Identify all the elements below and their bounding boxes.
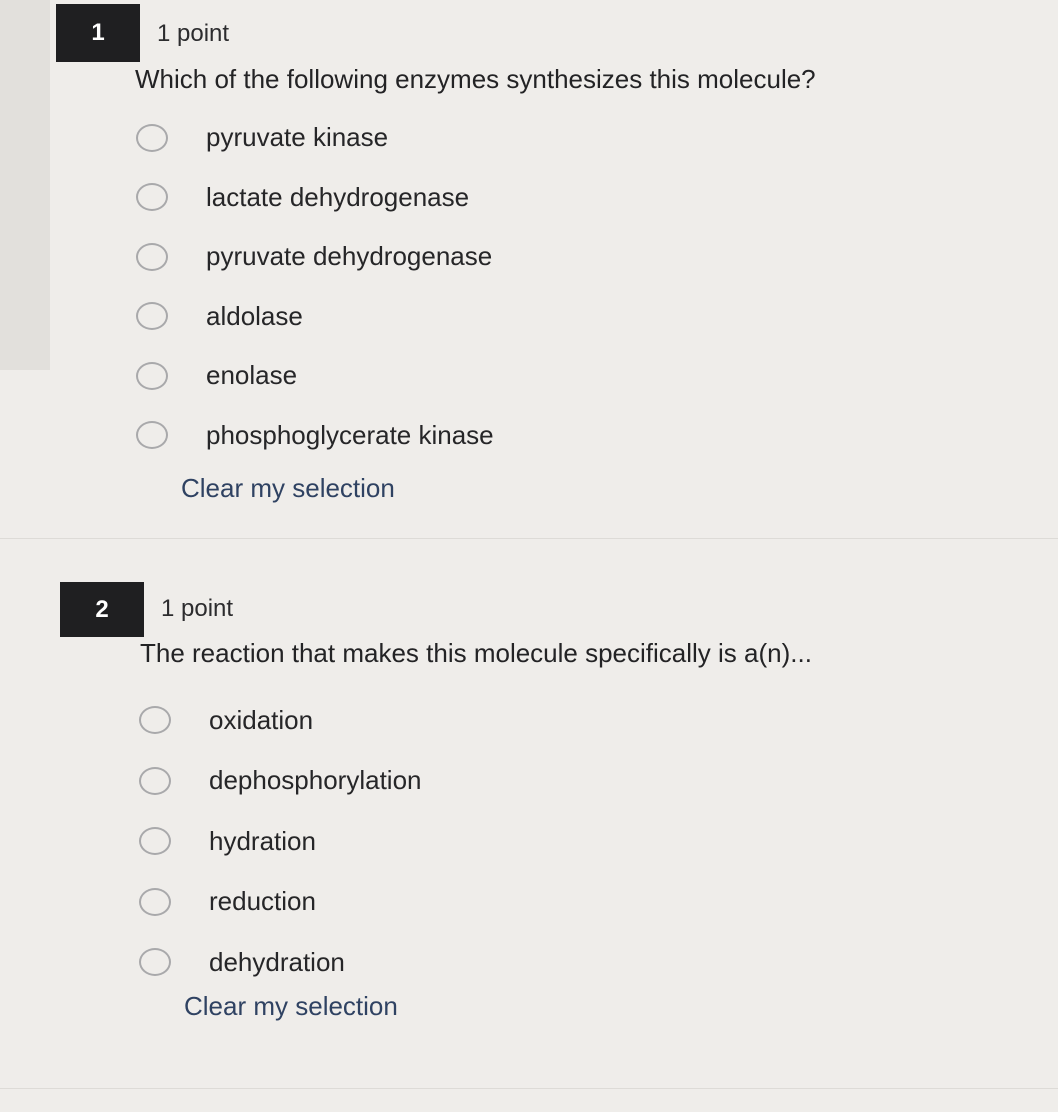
answer-option-label: lactate dehydrogenase bbox=[206, 181, 470, 212]
answer-option-label: phosphoglycerate kinase bbox=[206, 419, 494, 450]
answer-option-label: pyruvate kinase bbox=[206, 122, 389, 153]
answer-option[interactable]: dehydration bbox=[139, 932, 422, 993]
question-text: The reaction that makes this molecule sp… bbox=[140, 638, 812, 668]
answer-option[interactable]: hydration bbox=[139, 811, 422, 872]
radio-button[interactable] bbox=[136, 123, 168, 152]
question-number-badge: 2 bbox=[60, 582, 144, 637]
question-text: Which of the following enzymes synthesiz… bbox=[135, 64, 816, 94]
answer-option[interactable]: reduction bbox=[139, 872, 422, 933]
answer-option-label: dephosphorylation bbox=[209, 765, 422, 796]
answer-option[interactable]: aldolase bbox=[136, 287, 494, 347]
answer-options: pyruvate kinase lactate dehydrogenase py… bbox=[136, 108, 494, 465]
radio-button[interactable] bbox=[139, 766, 171, 795]
clear-selection-link[interactable]: Clear my selection bbox=[184, 991, 398, 1022]
radio-button[interactable] bbox=[136, 242, 168, 271]
radio-button[interactable] bbox=[136, 302, 168, 331]
answer-option-label: dehydration bbox=[209, 946, 345, 977]
radio-button[interactable] bbox=[139, 827, 171, 856]
answer-option-label: enolase bbox=[206, 360, 298, 391]
answer-option[interactable]: pyruvate dehydrogenase bbox=[136, 227, 494, 287]
radio-button[interactable] bbox=[139, 887, 171, 916]
radio-button[interactable] bbox=[139, 948, 171, 977]
answer-option[interactable]: oxidation bbox=[139, 690, 422, 751]
answer-options: oxidation dephosphorylation hydration re… bbox=[139, 690, 422, 993]
question-divider bbox=[0, 1088, 1058, 1089]
radio-button[interactable] bbox=[139, 706, 171, 735]
answer-option[interactable]: dephosphorylation bbox=[139, 751, 422, 812]
left-panel-shade bbox=[0, 0, 50, 370]
question-points: 1 point bbox=[161, 595, 234, 622]
answer-option[interactable]: lactate dehydrogenase bbox=[136, 168, 494, 228]
answer-option-label: pyruvate dehydrogenase bbox=[206, 241, 493, 272]
answer-option[interactable]: enolase bbox=[136, 346, 494, 406]
question-divider bbox=[0, 538, 1058, 539]
radio-button[interactable] bbox=[136, 183, 168, 212]
answer-option-label: aldolase bbox=[206, 300, 303, 331]
answer-option-label: reduction bbox=[209, 886, 316, 917]
answer-option-label: oxidation bbox=[209, 704, 314, 735]
clear-selection-link[interactable]: Clear my selection bbox=[181, 473, 395, 504]
radio-button[interactable] bbox=[136, 361, 168, 390]
question-points: 1 point bbox=[157, 20, 230, 47]
answer-option[interactable]: phosphoglycerate kinase bbox=[136, 406, 494, 466]
radio-button[interactable] bbox=[136, 421, 168, 450]
answer-option[interactable]: pyruvate kinase bbox=[136, 108, 494, 168]
question-number-badge: 1 bbox=[56, 4, 140, 62]
answer-option-label: hydration bbox=[209, 825, 316, 856]
